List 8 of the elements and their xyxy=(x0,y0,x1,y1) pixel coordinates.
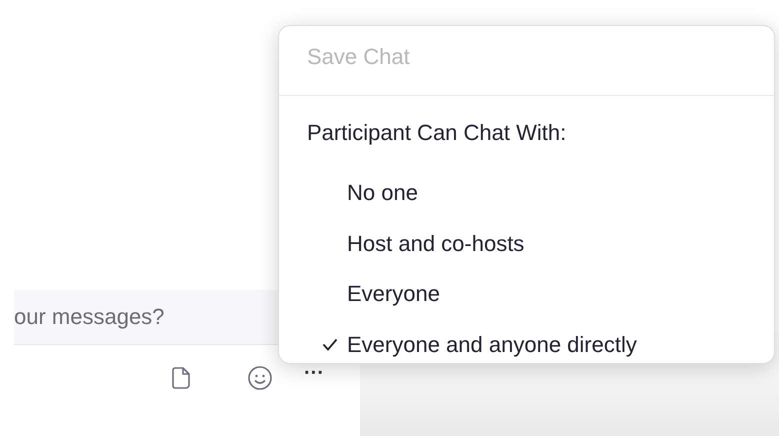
emoji-icon[interactable] xyxy=(248,366,272,390)
option-label: No one xyxy=(347,180,418,206)
menu-header: Participant Can Chat With: xyxy=(306,119,568,147)
menu-option[interactable]: No one xyxy=(279,168,774,218)
option-label: Host and co-hosts xyxy=(347,230,524,257)
checkmark-icon xyxy=(322,338,338,352)
file-icon[interactable] xyxy=(172,366,190,388)
menu-option[interactable]: Host and co-hosts xyxy=(279,218,774,269)
